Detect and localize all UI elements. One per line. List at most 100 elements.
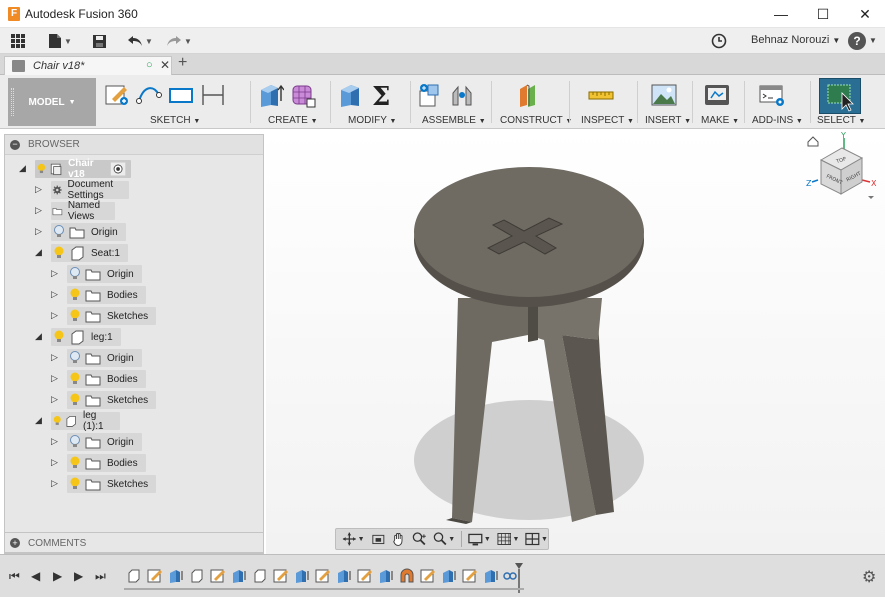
expand-triangle-icon[interactable]: ▷ [51, 310, 62, 321]
viewcube[interactable]: Y Z X FRONT RIGHT TOP [804, 130, 884, 210]
expand-triangle-icon[interactable]: ▷ [51, 436, 62, 447]
timeline-sketch-icon[interactable] [273, 568, 289, 584]
offset-plane-icon[interactable] [516, 81, 542, 109]
viewports-icon[interactable] [525, 531, 540, 547]
comments-panel[interactable]: + COMMENTS [4, 532, 264, 553]
expand-triangle-icon[interactable]: ▷ [51, 373, 62, 384]
gear-icon[interactable]: ⚙ [862, 567, 876, 587]
lightbulb-icon[interactable] [35, 160, 48, 178]
expand-triangle-icon[interactable]: ▷ [51, 352, 62, 363]
timeline-sketch-icon[interactable] [315, 568, 331, 584]
lightbulb-icon[interactable] [67, 286, 83, 304]
close-button[interactable]: ✕ [850, 4, 880, 24]
sketch-menu[interactable]: SKETCH ▼ [150, 115, 200, 126]
expand-triangle-icon[interactable]: ▷ [35, 226, 46, 237]
canvas-viewport[interactable]: Y Z X FRONT RIGHT TOP [266, 130, 885, 554]
expand-triangle-icon[interactable]: ◢ [35, 331, 46, 342]
timeline-combine-icon[interactable] [399, 568, 415, 584]
timeline-sketch-icon[interactable] [210, 568, 226, 584]
timeline-extrude-icon[interactable] [336, 568, 352, 584]
expand-triangle-icon[interactable]: ▷ [51, 478, 62, 489]
go-to-start-icon[interactable]: ⏮ [9, 569, 20, 583]
timeline-extrude-icon[interactable] [378, 568, 394, 584]
lightbulb-off-icon[interactable] [51, 223, 67, 241]
step-back-icon[interactable]: ◀ [31, 569, 40, 583]
modify-menu[interactable]: MODIFY ▼ [348, 115, 396, 126]
arc-icon[interactable] [136, 81, 162, 109]
zoom-icon[interactable] [412, 531, 427, 547]
addins-menu[interactable]: ADD-INS ▼ [752, 115, 803, 126]
assemble-menu[interactable]: ASSEMBLE ▼ [422, 115, 486, 126]
expand-triangle-icon[interactable]: ◢ [19, 163, 30, 174]
timeline-extrude-icon[interactable] [483, 568, 499, 584]
lightbulb-icon[interactable] [51, 244, 67, 262]
lightbulb-icon[interactable] [67, 307, 83, 325]
fit-zoom-icon[interactable] [433, 531, 448, 547]
create-sketch-icon[interactable] [104, 81, 130, 109]
close-tab-icon[interactable]: ✕ [160, 58, 170, 72]
extrude-icon[interactable] [258, 81, 284, 109]
help-icon[interactable]: ? [848, 32, 866, 50]
play-icon[interactable]: ▶ [53, 569, 62, 583]
make-menu[interactable]: MAKE ▼ [701, 115, 739, 126]
create-menu[interactable]: CREATE ▼ [268, 115, 318, 126]
form-icon[interactable] [290, 81, 316, 109]
stool-model[interactable] [266, 130, 885, 554]
inspect-menu[interactable]: INSPECT ▼ [581, 115, 634, 126]
go-to-end-icon[interactable]: ⏭ [95, 569, 106, 583]
scripts-addins-icon[interactable] [759, 81, 785, 109]
press-pull-icon[interactable] [338, 81, 364, 109]
lightbulb-icon[interactable] [51, 328, 67, 346]
expand-triangle-icon[interactable]: ▷ [51, 289, 62, 300]
grid-settings-icon[interactable] [497, 531, 512, 547]
expand-triangle-icon[interactable]: ▷ [51, 457, 62, 468]
file-menu-button[interactable]: ▼ [48, 31, 72, 51]
collapse-icon[interactable]: − [10, 140, 20, 150]
select-menu[interactable]: SELECT ▼ [817, 115, 865, 126]
step-forward-icon[interactable]: ▶ [74, 569, 83, 583]
timeline-component-icon[interactable] [126, 568, 142, 584]
lightbulb-off-icon[interactable] [67, 433, 83, 451]
chevron-down-icon[interactable]: ▼ [512, 536, 519, 543]
select-button-highlight[interactable] [819, 78, 861, 114]
expand-triangle-icon[interactable]: ▷ [51, 268, 62, 279]
lightbulb-icon[interactable] [67, 370, 83, 388]
expand-triangle-icon[interactable]: ▷ [35, 184, 46, 195]
lightbulb-off-icon[interactable] [67, 265, 83, 283]
new-component-icon[interactable] [417, 81, 443, 109]
lightbulb-off-icon[interactable] [67, 349, 83, 367]
undo-button[interactable]: ▼ [127, 31, 153, 51]
lightbulb-icon[interactable] [51, 412, 63, 430]
save-button[interactable] [92, 31, 107, 51]
lightbulb-icon[interactable] [67, 475, 83, 493]
3d-print-icon[interactable] [704, 81, 730, 109]
lightbulb-icon[interactable] [67, 454, 83, 472]
workspace-switcher[interactable]: MODEL ▼ [8, 78, 96, 126]
expand-triangle-icon[interactable]: ◢ [35, 247, 46, 258]
new-tab-button[interactable]: + [178, 54, 187, 72]
sigma-icon[interactable]: Σ [370, 81, 396, 109]
dimension-icon[interactable] [200, 81, 226, 109]
joint-icon[interactable] [449, 81, 475, 109]
timeline-extrude-icon[interactable] [168, 568, 184, 584]
job-status-button[interactable] [711, 31, 727, 51]
rectangle-icon[interactable] [168, 81, 194, 109]
timeline-sketch-icon[interactable] [357, 568, 373, 584]
timeline-component-icon[interactable] [189, 568, 205, 584]
measure-icon[interactable] [588, 81, 614, 109]
insert-image-icon[interactable] [651, 81, 677, 109]
expand-triangle-icon[interactable]: ▷ [51, 394, 62, 405]
orbit-icon[interactable] [342, 531, 357, 547]
expand-triangle-icon[interactable]: ▷ [35, 205, 46, 216]
timeline-sketch-icon[interactable] [420, 568, 436, 584]
timeline-sketch-icon[interactable] [462, 568, 478, 584]
lightbulb-icon[interactable] [67, 391, 83, 409]
display-settings-icon[interactable] [468, 531, 483, 547]
timeline-component-icon[interactable] [252, 568, 268, 584]
minimize-button[interactable]: — [766, 4, 796, 24]
document-tab[interactable]: Chair v18* ○ ✕ [4, 56, 172, 75]
construct-menu[interactable]: CONSTRUCT ▼ [500, 115, 572, 126]
chevron-down-icon[interactable]: ▼ [358, 536, 365, 543]
data-panel-button[interactable] [10, 31, 26, 51]
timeline-extrude-icon[interactable] [294, 568, 310, 584]
